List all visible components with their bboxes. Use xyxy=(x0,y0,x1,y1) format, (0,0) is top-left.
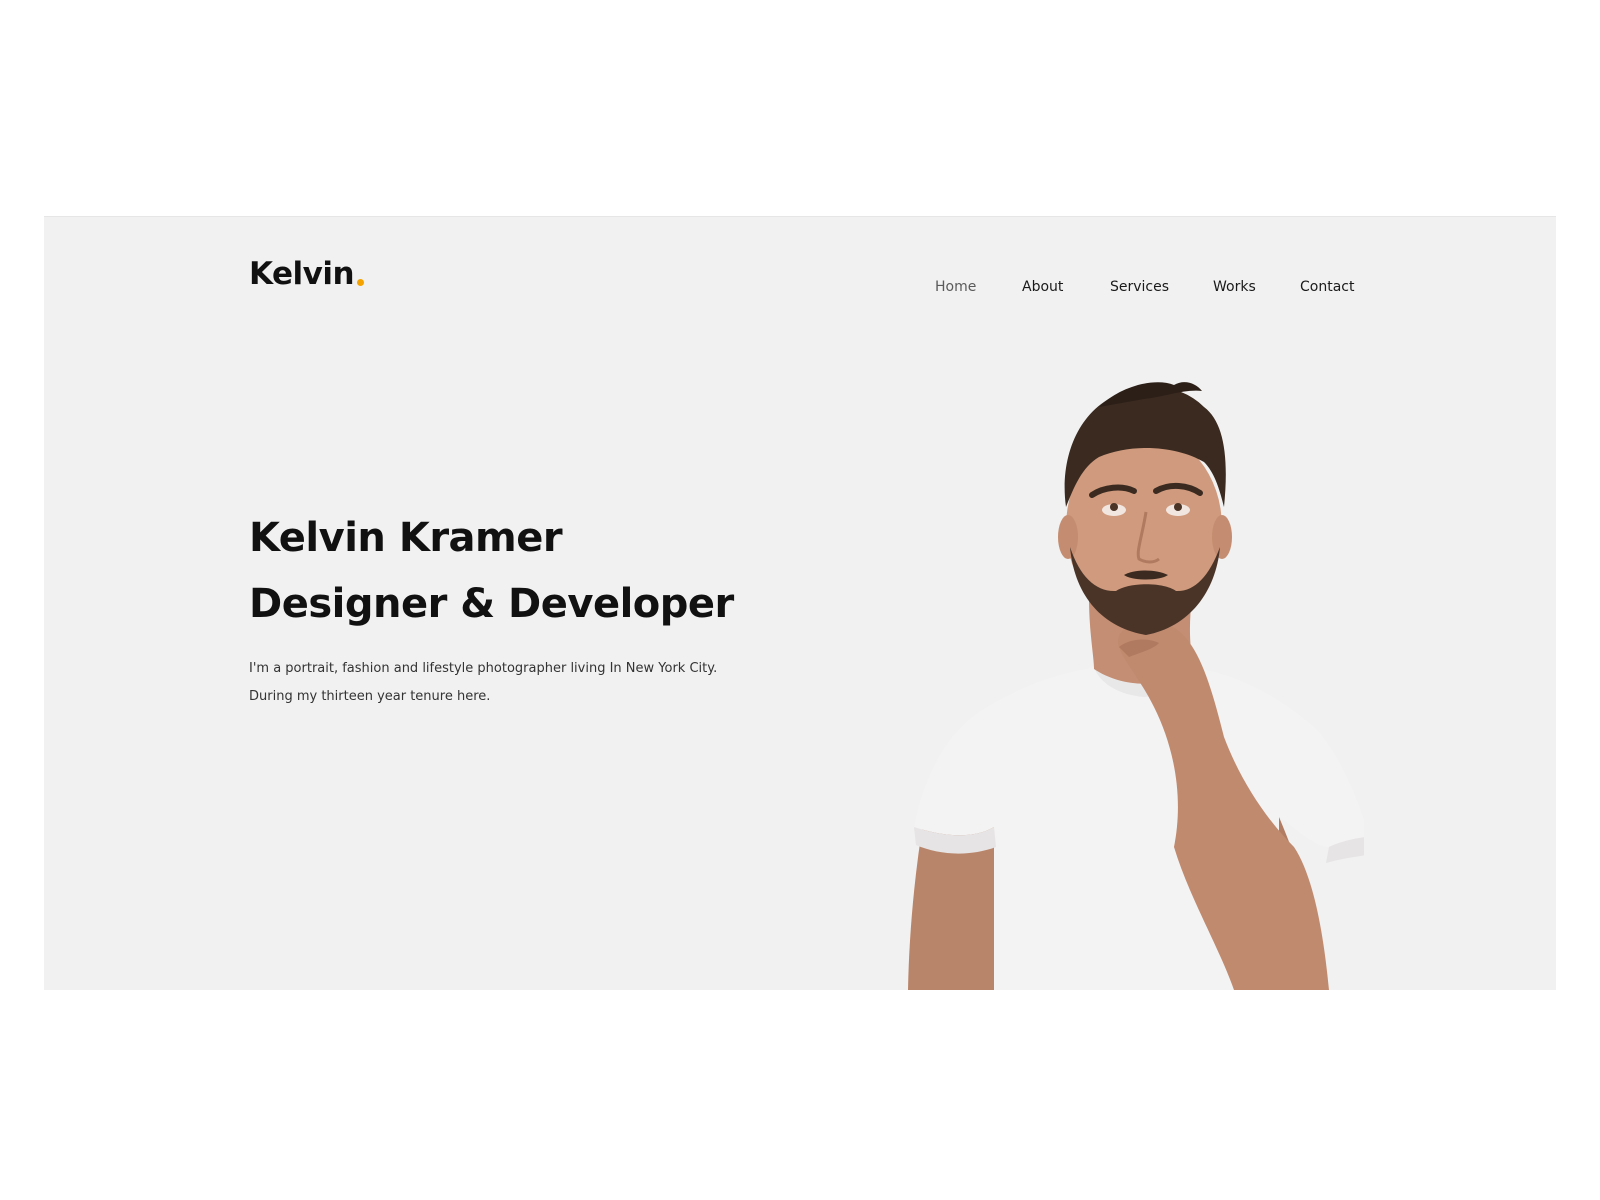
nav-item-works[interactable]: Works xyxy=(1213,279,1256,295)
nav-item-about[interactable]: About xyxy=(1022,279,1063,295)
bio-line-2: During my thirteen year tenure here. xyxy=(249,689,491,704)
hero-headline: Kelvin Kramer Designer & Developer xyxy=(249,505,734,637)
main-nav: Home About Services Works Contact xyxy=(44,279,1556,299)
nav-item-services[interactable]: Services xyxy=(1110,279,1169,295)
hero-name: Kelvin Kramer xyxy=(249,515,563,561)
nav-item-contact[interactable]: Contact xyxy=(1300,279,1354,295)
hero-section: Kelvin Home About Services Works Contact… xyxy=(44,216,1556,990)
portrait-photo-icon xyxy=(908,382,1364,990)
bio-line-1: I'm a portrait, fashion and lifestyle ph… xyxy=(249,661,718,676)
hero-bio: I'm a portrait, fashion and lifestyle ph… xyxy=(249,655,769,711)
nav-item-home[interactable]: Home xyxy=(935,279,976,295)
hero-role: Designer & Developer xyxy=(249,581,734,627)
